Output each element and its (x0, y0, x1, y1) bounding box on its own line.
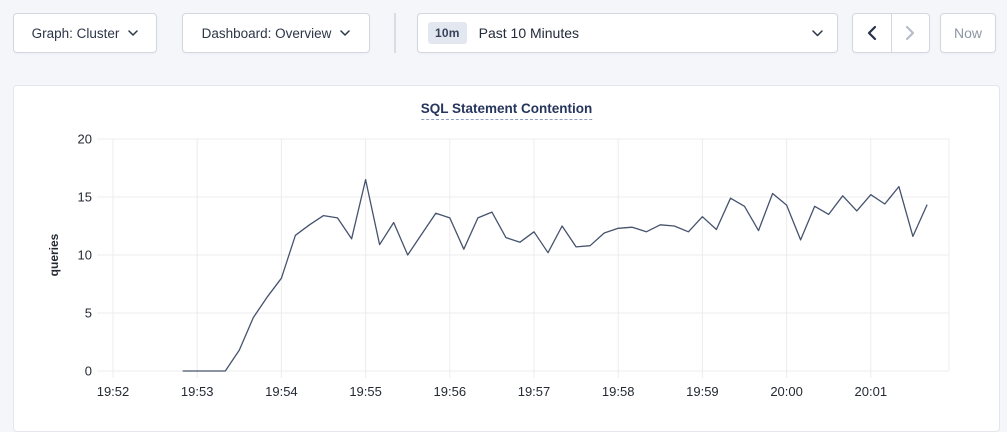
chevron-left-icon (867, 25, 877, 41)
svg-text:19:54: 19:54 (265, 384, 298, 399)
svg-text:20:00: 20:00 (770, 384, 803, 399)
chart-card: SQL Statement Contention 0510152019:5219… (13, 85, 1000, 432)
sql-contention-chart: 0 5 10 15 20 19:52 19:53 19:54 19:55 19:56 19:57 19… (14, 86, 1000, 431)
svg-text:5: 5 (85, 306, 92, 321)
time-step-buttons (852, 13, 930, 53)
svg-text:19:53: 19:53 (181, 384, 214, 399)
time-range-label: Past 10 Minutes (479, 25, 579, 41)
chevron-down-icon (340, 30, 350, 36)
svg-text:19:56: 19:56 (434, 384, 467, 399)
svg-text:19:59: 19:59 (686, 384, 719, 399)
svg-text:19:57: 19:57 (518, 384, 551, 399)
svg-text:15: 15 (78, 190, 92, 205)
svg-text:0: 0 (85, 364, 92, 379)
toolbar: Graph: Cluster Dashboard: Overview 10m P… (0, 0, 1007, 66)
svg-text:10: 10 (78, 248, 92, 263)
chevron-down-icon (812, 30, 823, 37)
svg-text:19:58: 19:58 (602, 384, 635, 399)
chevron-right-icon (905, 25, 915, 41)
dashboard-dropdown[interactable]: Dashboard: Overview (182, 13, 370, 53)
svg-text:19:55: 19:55 (349, 384, 382, 399)
now-button[interactable]: Now (940, 13, 996, 53)
graph-dropdown-label: Graph: Cluster (32, 26, 120, 41)
dashboard-dropdown-label: Dashboard: Overview (202, 26, 332, 41)
svg-text:20: 20 (78, 132, 92, 147)
time-range-badge: 10m (428, 22, 467, 44)
toolbar-divider (394, 13, 396, 53)
svg-text:20:01: 20:01 (855, 384, 888, 399)
time-range-dropdown[interactable]: 10m Past 10 Minutes (417, 13, 838, 53)
svg-text:queries: queries (47, 233, 61, 276)
prev-time-button[interactable] (853, 14, 891, 52)
next-time-button[interactable] (891, 14, 930, 52)
chevron-down-icon (128, 30, 138, 36)
svg-text:19:52: 19:52 (97, 384, 130, 399)
graph-dropdown[interactable]: Graph: Cluster (13, 13, 157, 53)
